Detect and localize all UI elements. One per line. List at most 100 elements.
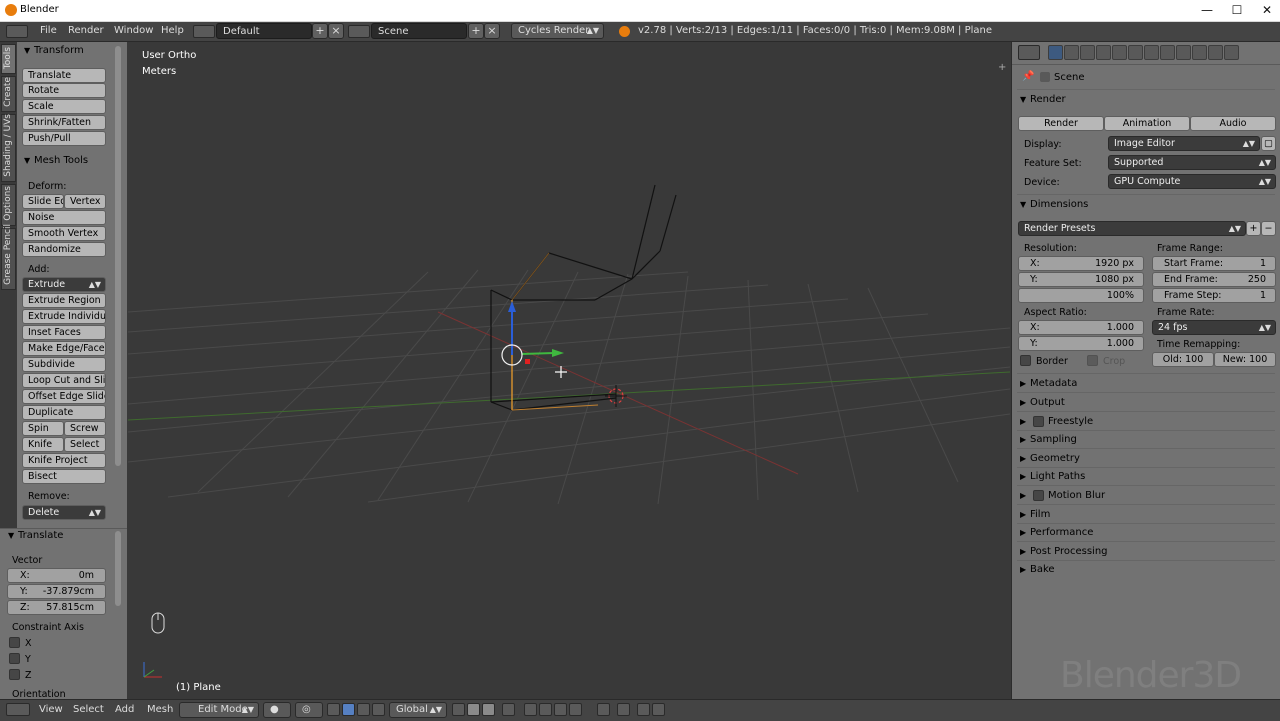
scene-tab-icon[interactable]	[1080, 45, 1095, 60]
remove-preset-button[interactable]: −	[1261, 221, 1276, 236]
render-presets-dropdown[interactable]: Render Presets ▲▼	[1018, 221, 1246, 236]
tab-grease-pencil[interactable]: Grease Pencil	[1, 224, 16, 290]
feature-set-dropdown[interactable]: Supported ▲▼	[1108, 155, 1276, 170]
panel-mesh-tools-header[interactable]: ▼ Mesh Tools	[24, 155, 88, 166]
snap-element-icon[interactable]	[569, 703, 582, 716]
operator-panel-scrollbar[interactable]	[115, 531, 121, 606]
slide-edge-button[interactable]: Slide Ed	[22, 194, 64, 209]
region-expand-icon[interactable]: +	[998, 62, 1006, 73]
panel-transform-header[interactable]: ▼ Transform	[24, 45, 84, 56]
remove-layout-button[interactable]: ×	[328, 23, 344, 39]
add-layout-button[interactable]: +	[312, 23, 328, 39]
menu-window[interactable]: Window	[114, 25, 153, 36]
scene-field[interactable]: Scene	[371, 23, 467, 39]
gizmo-y-arrowhead[interactable]	[552, 349, 564, 357]
constraint-y-checkbox[interactable]	[9, 653, 20, 664]
manipulator-toggle-icon[interactable]	[327, 703, 340, 716]
copy-icon[interactable]	[637, 703, 650, 716]
add-preset-button[interactable]: +	[1246, 221, 1261, 236]
screw-button[interactable]: Screw	[64, 421, 106, 436]
noise-button[interactable]: Noise	[22, 210, 106, 225]
extrude-individual-button[interactable]: Extrude Individual	[22, 309, 106, 324]
aspect-x-field[interactable]: X: 1.000	[1018, 320, 1144, 335]
crop-checkbox[interactable]	[1087, 355, 1098, 366]
editor-type-3dview-icon[interactable]	[6, 703, 30, 716]
viewport-shading-dropdown[interactable]: ●	[263, 702, 291, 718]
push-pull-button[interactable]: Push/Pull	[22, 131, 106, 146]
texture-tab-icon[interactable]	[1192, 45, 1207, 60]
loop-cut-slide-button[interactable]: Loop Cut and Sli...	[22, 373, 106, 388]
translate-manipulator-icon[interactable]	[342, 703, 355, 716]
vertex-select-icon[interactable]	[467, 703, 480, 716]
panel-bake[interactable]: ▶ Bake	[1020, 564, 1055, 575]
edge-select-icon[interactable]	[482, 703, 495, 716]
smooth-vertex-button[interactable]: Smooth Vertex	[22, 226, 106, 241]
gizmo-z-arrowhead[interactable]	[508, 301, 516, 312]
panel-motion-blur[interactable]: ▶ Motion Blur	[1020, 490, 1105, 501]
close-window-button[interactable]: ✕	[1252, 2, 1280, 19]
animation-button[interactable]: Animation	[1104, 116, 1190, 131]
panel-geometry[interactable]: ▶ Geometry	[1020, 453, 1080, 464]
resolution-y-field[interactable]: Y: 1080 px	[1018, 272, 1144, 287]
panel-sampling[interactable]: ▶ Sampling	[1020, 434, 1077, 445]
render-engine-dropdown[interactable]: Cycles Render ▲▼	[511, 23, 604, 39]
lock-interface-icon[interactable]: ▢	[1261, 136, 1276, 151]
display-dropdown[interactable]: Image Editor ▲▼	[1108, 136, 1260, 151]
inset-faces-button[interactable]: Inset Faces	[22, 325, 106, 340]
shrink-fatten-button[interactable]: Shrink/Fatten	[22, 115, 106, 130]
scene-icon[interactable]	[348, 25, 370, 38]
opengl-render-icon[interactable]	[597, 703, 610, 716]
panel-metadata[interactable]: ▶ Metadata	[1020, 378, 1077, 389]
tab-create[interactable]: Create	[1, 76, 16, 112]
menu-view[interactable]: View	[39, 704, 63, 715]
render-layers-tab-icon[interactable]	[1064, 45, 1079, 60]
menu-mesh[interactable]: Mesh	[147, 704, 173, 715]
panel-post-processing[interactable]: ▶ Post Processing	[1020, 546, 1108, 557]
knife-project-button[interactable]: Knife Project	[22, 453, 106, 468]
tab-tools[interactable]: Tools	[1, 44, 16, 74]
constraint-z-checkbox[interactable]	[9, 669, 20, 680]
freestyle-checkbox[interactable]	[1033, 416, 1044, 427]
snap-toggle-icon[interactable]	[554, 703, 567, 716]
transform-orientation-dropdown[interactable]: Global ▲▼	[389, 702, 447, 718]
proportional-edit-icon[interactable]	[524, 703, 537, 716]
viewport-scene-drawing[interactable]	[128, 42, 1010, 698]
render-panel-header[interactable]: ▼ Render	[1020, 94, 1066, 105]
mesh-edges[interactable]	[490, 184, 677, 411]
menu-file[interactable]: File	[40, 25, 57, 36]
mode-dropdown[interactable]: Edit Mode ▲▼	[179, 702, 259, 718]
menu-render[interactable]: Render	[68, 25, 104, 36]
offset-edge-slide-button[interactable]: Offset Edge Slide	[22, 389, 106, 404]
aspect-y-field[interactable]: Y: 1.000	[1018, 336, 1144, 351]
panel-freestyle[interactable]: ▶ Freestyle	[1020, 416, 1093, 427]
vector-y-field[interactable]: Y: -37.879cm	[7, 584, 106, 599]
slide-vertex-button[interactable]: Vertex	[64, 194, 106, 209]
pin-icon[interactable]: 📌	[1022, 71, 1034, 82]
tab-options[interactable]: Options	[1, 184, 16, 226]
dimensions-panel-header[interactable]: ▼ Dimensions	[1020, 199, 1088, 210]
randomize-button[interactable]: Randomize	[22, 242, 106, 257]
constraints-tab-icon[interactable]	[1128, 45, 1143, 60]
translate-button[interactable]: Translate	[22, 68, 106, 83]
menu-add[interactable]: Add	[115, 704, 134, 715]
data-tab-icon[interactable]	[1160, 45, 1175, 60]
remove-scene-button[interactable]: ×	[484, 23, 500, 39]
panel-film[interactable]: ▶ Film	[1020, 509, 1050, 520]
extrude-dropdown[interactable]: Extrude ▲▼	[22, 277, 106, 292]
border-checkbox[interactable]	[1020, 355, 1031, 366]
screen-layout-icon[interactable]	[193, 25, 215, 38]
delete-dropdown[interactable]: Delete ▲▼	[22, 505, 106, 520]
physics-tab-icon[interactable]	[1224, 45, 1239, 60]
gizmo-x-handle[interactable]	[525, 359, 530, 364]
scale-button[interactable]: Scale	[22, 99, 106, 114]
start-frame-field[interactable]: Start Frame: 1	[1152, 256, 1276, 271]
particles-tab-icon[interactable]	[1208, 45, 1223, 60]
render-tab-icon[interactable]	[1048, 45, 1063, 60]
editor-type-info-icon[interactable]	[6, 25, 28, 38]
minimize-button[interactable]: —	[1192, 2, 1222, 19]
spin-button[interactable]: Spin	[22, 421, 64, 436]
subdivide-button[interactable]: Subdivide	[22, 357, 106, 372]
time-remap-old-field[interactable]: Old: 100	[1152, 352, 1214, 367]
duplicate-button[interactable]: Duplicate	[22, 405, 106, 420]
modifiers-tab-icon[interactable]	[1144, 45, 1159, 60]
